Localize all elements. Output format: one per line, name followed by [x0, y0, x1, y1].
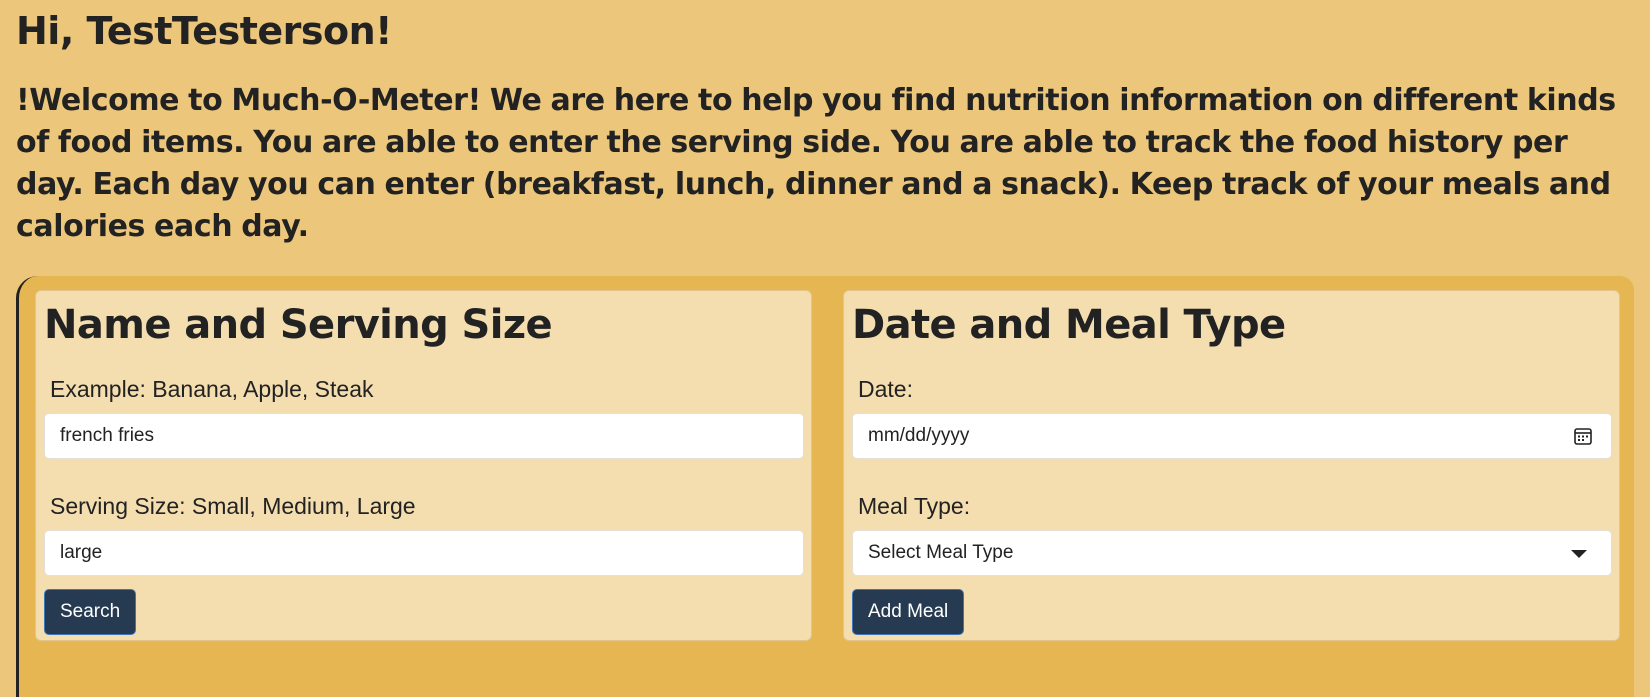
page: Hi, TestTesterson! !Welcome to Much-O-Me… [0, 0, 1650, 697]
date-label: Date: [858, 376, 913, 402]
search-button[interactable]: Search [44, 589, 137, 635]
food-name-input[interactable] [60, 414, 760, 458]
name-serving-card: Name and Serving Size Example: Banana, A… [35, 290, 812, 641]
serving-size-label: Serving Size: Small, Medium, Large [50, 493, 416, 519]
meal-type-select[interactable]: Select Meal Type [852, 530, 1612, 576]
date-meal-card: Date and Meal Type Date: mm/dd/yyyy Meal… [843, 290, 1620, 641]
welcome-message: !Welcome to Much-O-Meter! We are here to… [16, 83, 1616, 244]
name-serving-title: Name and Serving Size [44, 302, 553, 348]
greeting-heading: Hi, TestTesterson! [16, 9, 392, 53]
date-placeholder: mm/dd/yyyy [868, 425, 970, 446]
meal-type-label: Meal Type: [858, 493, 971, 519]
caret-down-icon [1571, 550, 1587, 558]
date-input[interactable]: mm/dd/yyyy [852, 413, 1612, 459]
serving-size-input[interactable] [60, 531, 760, 575]
meal-type-selected-value: Select Meal Type [868, 542, 1014, 563]
calendar-icon[interactable] [1573, 426, 1593, 446]
add-meal-button[interactable]: Add Meal [852, 589, 965, 635]
food-name-label: Example: Banana, Apple, Steak [50, 376, 374, 402]
meal-entry-panel: Name and Serving Size Example: Banana, A… [16, 276, 1634, 697]
serving-size-input-box[interactable] [44, 530, 804, 576]
food-name-input-box[interactable] [44, 413, 804, 459]
date-meal-title: Date and Meal Type [852, 302, 1286, 348]
